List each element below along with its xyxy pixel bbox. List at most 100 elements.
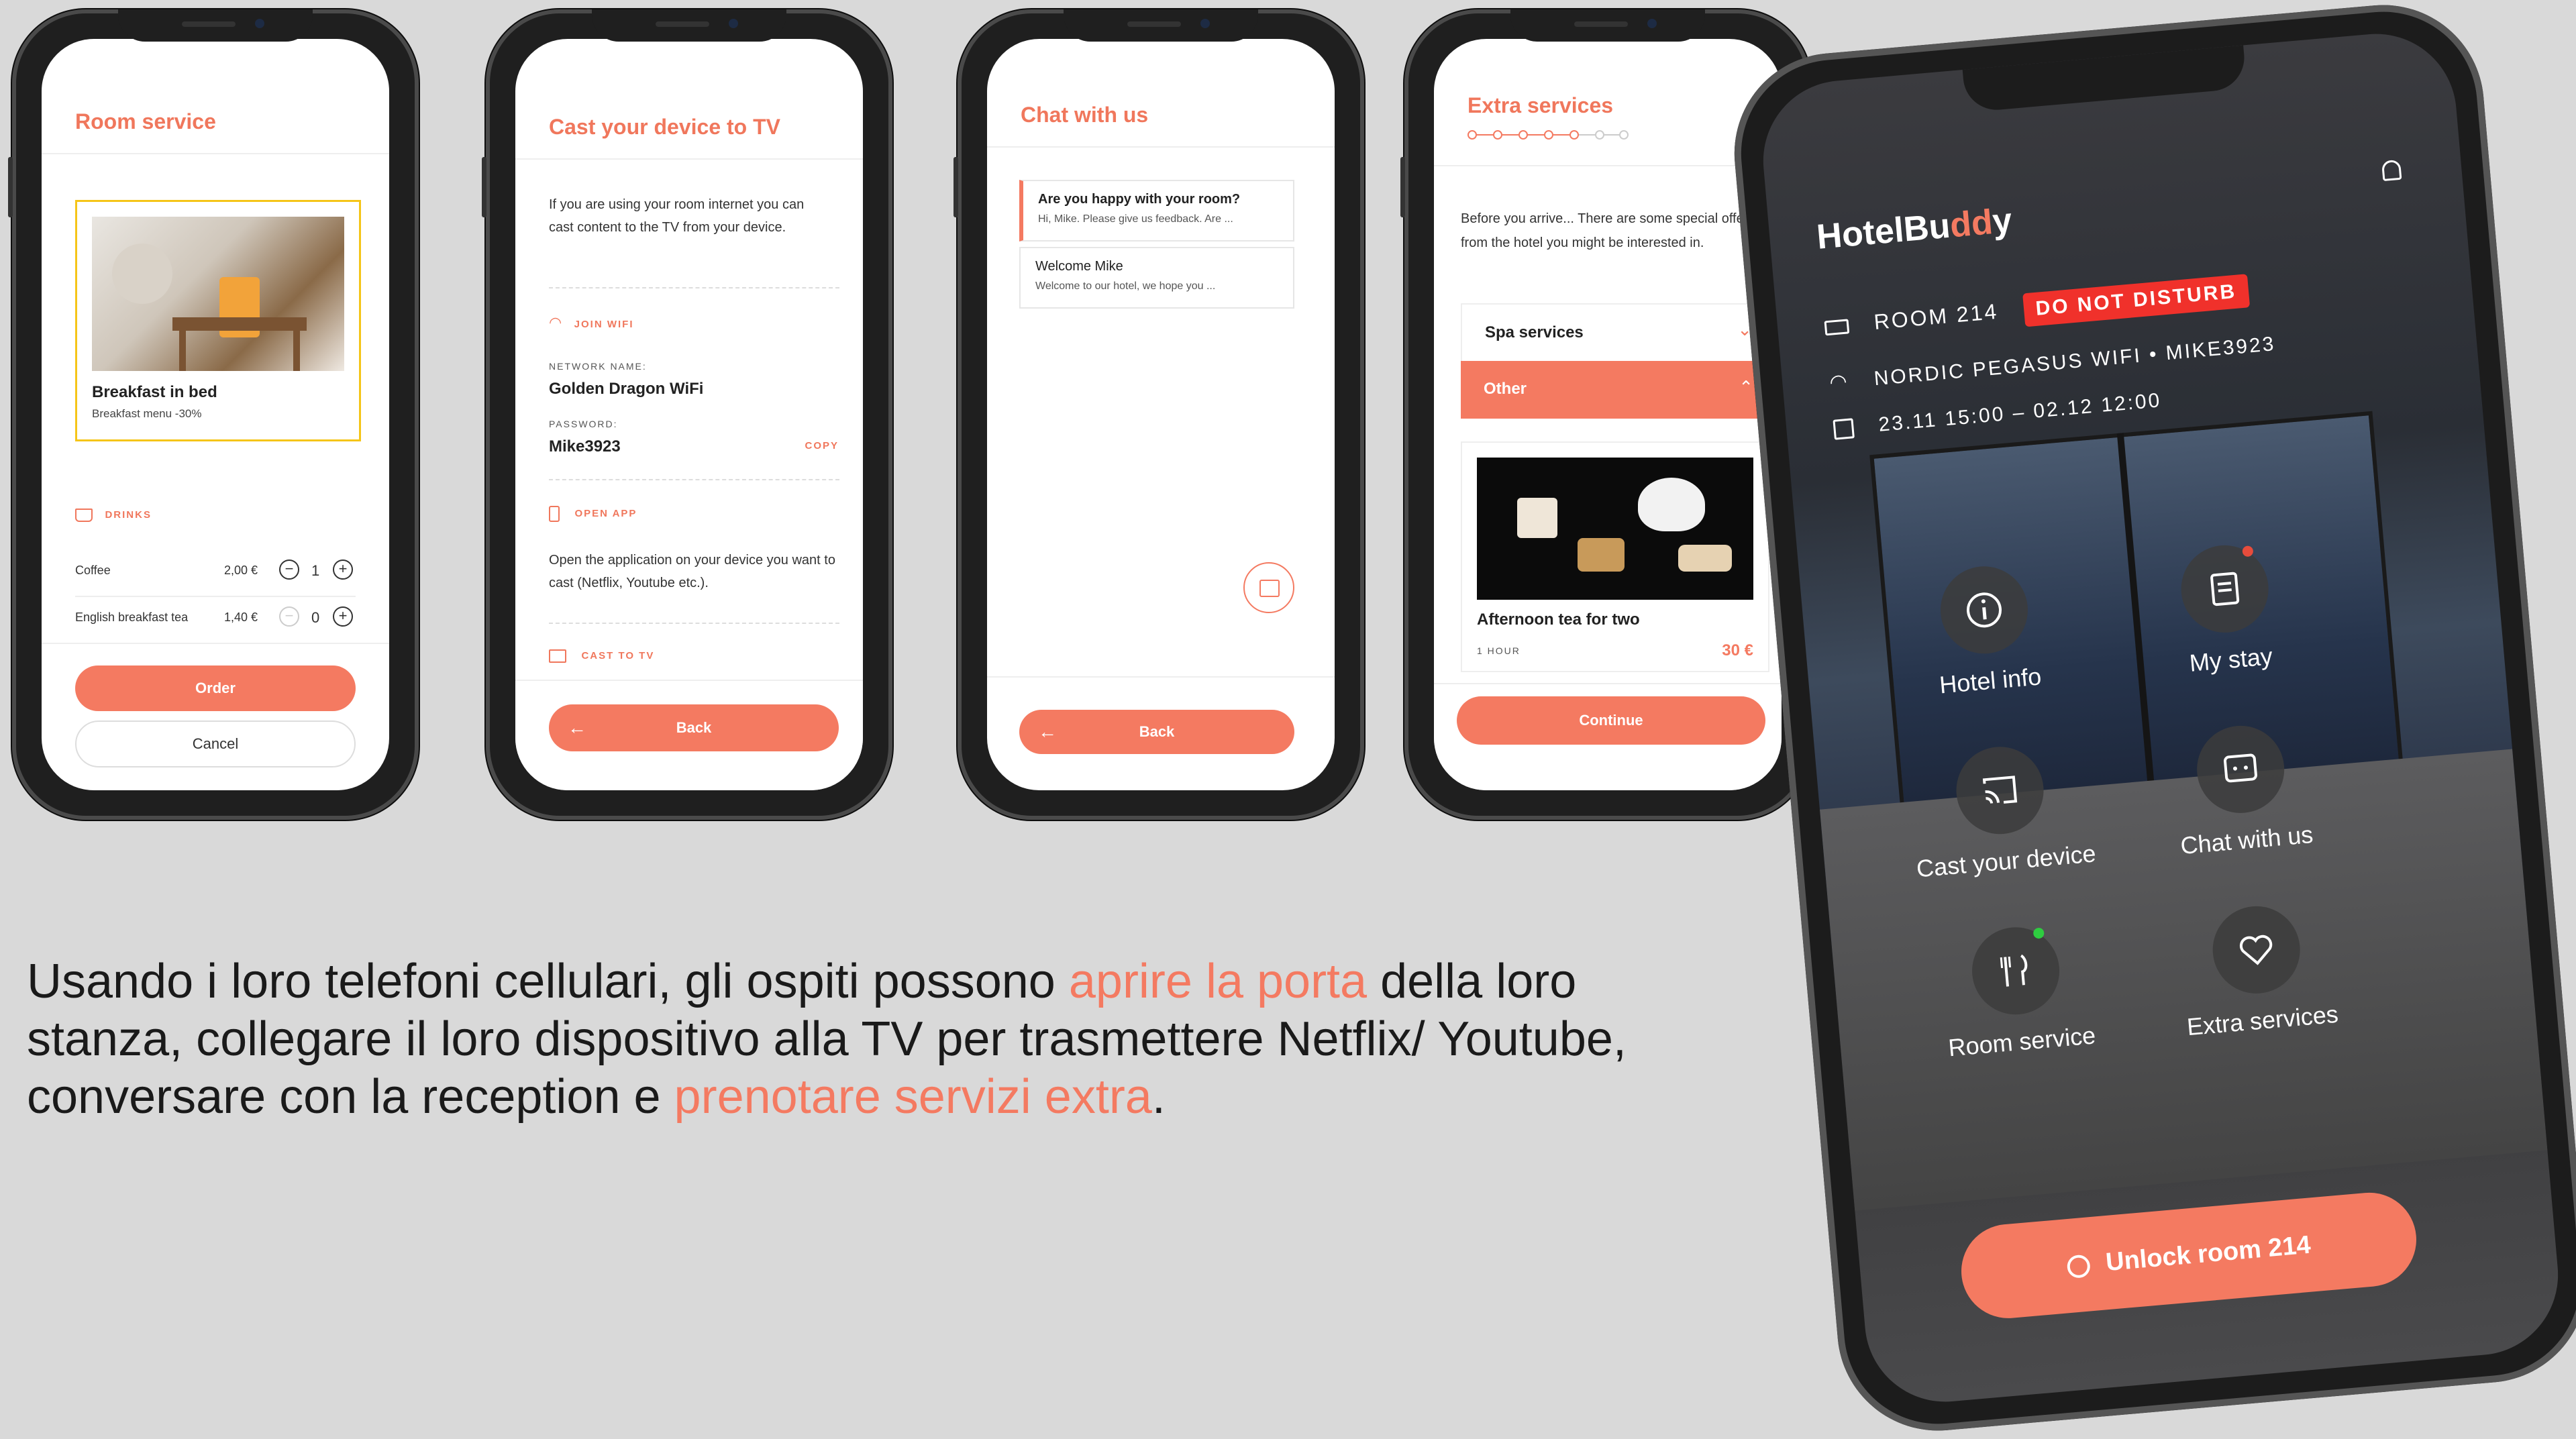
caption-highlight: prenotare servizi extra — [674, 1070, 1152, 1124]
phone-notch — [1064, 9, 1258, 42]
network-label: NETWORK NAME: — [549, 361, 647, 372]
dates-row: 23.11 15:00 – 02.12 12:00 — [1833, 389, 2163, 441]
menu-cast-device[interactable]: Cast your device — [1896, 738, 2108, 884]
phone-icon — [549, 506, 560, 522]
cast-icon — [549, 649, 566, 663]
dnd-badge[interactable]: DO NOT DISTURB — [2022, 274, 2251, 327]
new-message-button[interactable] — [1243, 562, 1294, 613]
back-label: Back — [676, 719, 712, 736]
minus-button[interactable]: − — [279, 606, 299, 627]
join-wifi-section: ◠ JOIN WIFI — [549, 314, 634, 331]
cast-tv-section: CAST TO TV — [549, 649, 654, 663]
item-name: Coffee — [75, 564, 111, 577]
info-icon — [1966, 592, 2002, 628]
bed-icon — [1824, 318, 1850, 335]
offer-card-subtitle: Breakfast menu -30% — [92, 407, 202, 420]
copy-button[interactable]: COPY — [805, 440, 839, 451]
item-quantity: 0 — [311, 609, 320, 626]
password-value: Mike3923 — [549, 437, 621, 456]
room-service-header: Room service — [42, 39, 389, 154]
accordion-label: Other — [1484, 380, 1527, 398]
caption-highlight: aprire la porta — [1068, 955, 1368, 1008]
accordion-spa[interactable]: Spa services ⌄ — [1461, 303, 1769, 364]
notification-dot — [2242, 545, 2254, 557]
bell-icon[interactable] — [2381, 159, 2402, 182]
arrow-left-icon: ← — [568, 717, 586, 738]
chevron-up-icon: ⌃ — [1739, 377, 1753, 397]
item-quantity: 1 — [311, 562, 320, 579]
back-label: Back — [1139, 723, 1175, 740]
item-price: 1,40 € — [224, 610, 258, 624]
section-label: DRINKS — [105, 509, 152, 521]
menu-hotel-info[interactable]: Hotel info — [1880, 557, 2092, 703]
heart-icon — [2239, 935, 2273, 965]
key-icon — [2066, 1254, 2092, 1279]
plus-button[interactable]: + — [333, 559, 353, 580]
page-title: Chat with us — [1021, 103, 1149, 127]
offer-card-breakfast[interactable]: Breakfast in bed Breakfast menu -30% — [75, 200, 361, 441]
item-price: 2,00 € — [224, 564, 258, 577]
thread-title: Are you happy with your room? — [1038, 192, 1241, 207]
order-button[interactable]: Order — [75, 665, 356, 711]
cast-intro: If you are using your room internet you … — [549, 197, 805, 235]
open-app-text: Open the application on your device you … — [549, 553, 835, 590]
phone-home: HotelBuddy ROOM 214 DO NOT DISTURB ◠ NOR… — [1726, 0, 2576, 1439]
menu-room-service[interactable]: Room service — [1912, 918, 2124, 1064]
stay-dates: 23.11 15:00 – 02.12 12:00 — [1877, 389, 2163, 436]
offer-title: Afternoon tea for two — [1477, 610, 1640, 629]
plus-button[interactable]: + — [333, 606, 353, 627]
cup-icon — [75, 509, 93, 522]
cast-icon — [1982, 776, 2018, 804]
afternoon-tea-image — [1477, 458, 1753, 600]
menu-chat[interactable]: Chat with us — [2136, 717, 2349, 863]
phone-cast: Cast your device to TV If you are using … — [482, 9, 892, 820]
phone-notch — [1962, 45, 2247, 113]
continue-button[interactable]: Continue — [1457, 696, 1765, 745]
room-service-screen: Room service Breakfast in bed Breakfast … — [42, 39, 389, 790]
open-app-section: OPEN APP — [549, 506, 637, 522]
logo-text-accent: dd — [1948, 203, 1995, 246]
minus-button[interactable]: − — [279, 559, 299, 580]
phone-chat: Chat with us Are you happy with your roo… — [954, 9, 1364, 820]
thread-preview: Welcome to our hotel, we hope you ... — [1035, 280, 1216, 292]
unlock-button[interactable]: Unlock room 214 — [1957, 1189, 2420, 1322]
extra-services-screen: Extra services Before you arrive... Ther… — [1434, 39, 1782, 790]
back-button[interactable]: ← Back — [1019, 710, 1294, 754]
calendar-icon — [1833, 418, 1855, 440]
home-screen: HotelBuddy ROOM 214 DO NOT DISTURB ◠ NOR… — [1756, 27, 2565, 1409]
cancel-button[interactable]: Cancel — [75, 721, 356, 767]
cast-header: Cast your device to TV — [515, 39, 863, 160]
status-dot — [2032, 927, 2045, 939]
offer-duration: 1 HOUR — [1477, 645, 1521, 656]
phone-notch — [118, 9, 313, 42]
extra-header: Extra services — [1434, 39, 1782, 166]
accordion-label: Spa services — [1485, 323, 1584, 341]
phone-notch — [1510, 9, 1705, 42]
menu-my-stay[interactable]: My stay — [2121, 537, 2333, 682]
chat-thread[interactable]: Welcome Mike Welcome to our hotel, we ho… — [1019, 247, 1294, 309]
logo-text: y — [1990, 201, 2014, 242]
list-item: Coffee 2,00 € − 1 + — [75, 555, 356, 589]
page-title: Cast your device to TV — [549, 115, 780, 139]
wifi-row: ◠ NORDIC PEGASUS WIFI • MIKE3923 — [1828, 332, 2277, 394]
breakfast-image — [92, 217, 344, 371]
back-button[interactable]: ← Back — [549, 704, 839, 751]
extra-intro: Before you arrive... There are some spec… — [1461, 211, 1755, 250]
section-label: CAST TO TV — [581, 650, 655, 662]
section-label: JOIN WIFI — [574, 319, 634, 330]
wifi-icon: ◠ — [549, 314, 562, 331]
page-title: Extra services — [1467, 93, 1614, 117]
document-icon — [2210, 572, 2240, 606]
chat-thread[interactable]: Are you happy with your room? Hi, Mike. … — [1019, 180, 1294, 242]
menu-extra-services[interactable]: Extra services — [2153, 898, 2365, 1043]
section-label: OPEN APP — [574, 508, 637, 520]
logo: HotelBuddy — [1815, 201, 2014, 258]
offer-card[interactable]: Afternoon tea for two 1 HOUR 30 € — [1461, 441, 1769, 672]
wifi-icon: ◠ — [1828, 370, 1851, 394]
cast-screen: Cast your device to TV If you are using … — [515, 39, 863, 790]
list-item: English breakfast tea 1,40 € − 0 + — [75, 602, 356, 636]
phone-room-service: Room service Breakfast in bed Breakfast … — [8, 9, 419, 820]
accordion-other[interactable]: Other ⌃ — [1461, 361, 1769, 419]
offer-price: 30 € — [1722, 641, 1753, 659]
caption-part: . — [1151, 1070, 1166, 1124]
